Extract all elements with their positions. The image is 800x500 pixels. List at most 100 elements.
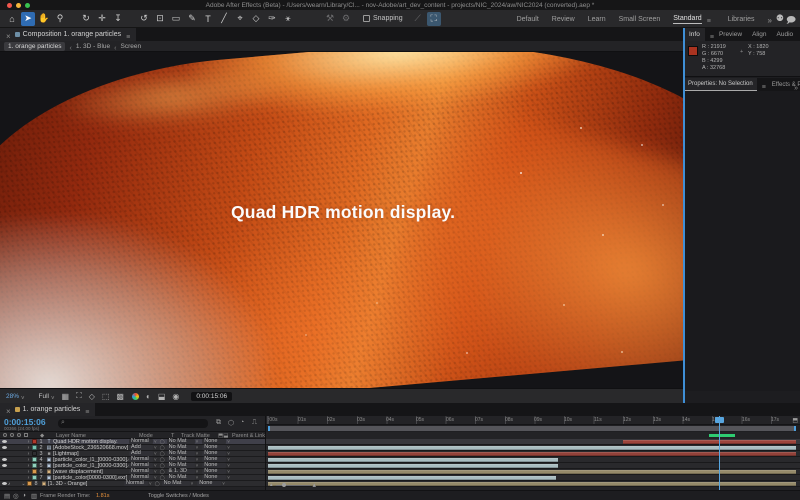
motion-blur-icon[interactable]: ◎ — [13, 492, 19, 500]
audio-toggle[interactable]: ♪ — [8, 481, 13, 487]
type-tool-icon[interactable]: T — [201, 12, 215, 26]
workspace-small-screen[interactable]: Small Screen — [619, 16, 661, 23]
layer-duration-bar[interactable] — [623, 440, 796, 445]
rotation-tool-icon[interactable]: ↺ — [137, 12, 151, 26]
workspace-review[interactable]: Review — [552, 16, 575, 23]
layer-duration-bar[interactable] — [268, 464, 558, 469]
layer-duration-bar[interactable] — [268, 470, 796, 475]
eraser-tool-icon[interactable]: ◇ — [249, 12, 263, 26]
comp-marker-bin-icon[interactable]: ⬒ — [792, 417, 798, 424]
workspace-standard[interactable]: Standard — [673, 15, 701, 24]
panel-divider[interactable] — [683, 28, 685, 403]
layer-name[interactable]: [1. 3D - Orange] — [48, 481, 124, 487]
visibility-toggle[interactable] — [2, 482, 7, 485]
selection-tool-icon[interactable]: ➤ — [21, 12, 35, 26]
transparency-grid-icon[interactable]: ▩ — [116, 392, 124, 401]
layer-duration-bar[interactable] — [268, 476, 556, 481]
timeline-tab[interactable]: 1. orange particles — [0, 403, 95, 416]
brush-tool-icon[interactable]: ╱ — [217, 12, 231, 26]
zoom-in-mountain-icon[interactable]: ▴ — [313, 481, 317, 489]
exposure-icon[interactable]: ◐ — [146, 392, 151, 401]
resolution-value[interactable]: Full — [39, 393, 49, 400]
visibility-toggle[interactable] — [2, 464, 7, 467]
layer-duration-bar[interactable] — [268, 452, 796, 457]
parent-dropdown[interactable]: None — [197, 481, 221, 486]
title-action-safe-icon[interactable]: ⛶ — [76, 391, 82, 401]
visibility-toggle[interactable] — [2, 476, 7, 479]
viewer-timecode[interactable]: 0:00:15:06 — [191, 392, 232, 401]
breadcrumb-item[interactable]: Screen — [121, 43, 142, 50]
workspace-learn[interactable]: Learn — [588, 16, 606, 23]
tab-properties[interactable]: Properties: No Selection — [684, 78, 757, 91]
work-area-end-handle[interactable] — [794, 426, 796, 431]
work-area-start-handle[interactable] — [268, 426, 270, 431]
tab-audio[interactable]: Audio — [772, 28, 799, 41]
hand-tool-icon[interactable]: ✋ — [37, 12, 51, 26]
layer-search-input[interactable] — [58, 419, 208, 428]
breadcrumb-current[interactable]: 1. orange particles — [4, 42, 65, 51]
home-icon[interactable]: ⌂ — [5, 12, 19, 26]
rectangle-tool-icon[interactable]: ▭ — [169, 12, 183, 26]
zoom-slider-knob[interactable] — [282, 483, 286, 487]
work-area-region[interactable] — [268, 426, 796, 431]
pen-tool-icon[interactable]: ✎ — [185, 12, 199, 26]
show-snapshot-icon[interactable]: ◉ — [172, 392, 179, 401]
visibility-toggle[interactable] — [2, 470, 7, 473]
tab-preview[interactable]: Preview — [714, 28, 747, 41]
draft-3d-icon[interactable]: ⬡ — [228, 419, 234, 427]
brainstorm-icon[interactable]: ◑ — [22, 492, 26, 499]
zoom-tool-icon[interactable]: ⚲ — [53, 12, 67, 26]
chat-icon[interactable]: 🗩 — [786, 13, 796, 29]
line-tool-icon[interactable]: ⟋ — [411, 12, 425, 26]
workspace-libraries[interactable]: Libraries — [728, 16, 755, 23]
snapping-checkbox[interactable] — [363, 15, 370, 22]
mini-flowchart-icon[interactable]: ⧉ — [216, 419, 221, 427]
layer-duration-bar[interactable] — [268, 458, 558, 463]
zoom-out-mountain-icon[interactable]: ▴ — [270, 482, 273, 488]
properties-menu-icon[interactable] — [757, 76, 766, 94]
blend-mode-dropdown[interactable]: Normal — [124, 481, 148, 486]
timeline-track-area[interactable]: :00s 01s 02s 03s 04s 05s 06s 07s 08s 09s… — [265, 416, 800, 490]
orbit-camera-tool-icon[interactable]: ↻ — [79, 12, 93, 26]
magnification-value[interactable]: 28% — [6, 393, 19, 400]
auto-keyframe-icon[interactable]: ▥ — [31, 492, 37, 500]
breadcrumb-item[interactable]: 1. 3D - Blue — [76, 43, 110, 50]
playhead[interactable] — [719, 416, 720, 490]
marquee-tool-icon[interactable]: ⛶ — [427, 12, 441, 26]
mask-visibility-icon[interactable]: ◇ — [89, 392, 95, 401]
local-axis-mode-icon[interactable]: ⚒ — [323, 12, 337, 26]
layer-duration-bar[interactable] — [268, 446, 796, 451]
world-axis-mode-icon[interactable]: ⚙ — [339, 12, 353, 26]
layer-row[interactable]: ♪ ⌄ 8 ▣ [1. 3D - Orange] Normal ◯ No Mat… — [0, 481, 265, 487]
graph-editor-icon[interactable]: ⎍ — [252, 419, 257, 427]
toggle-switches-button[interactable]: Toggle Switches / Modes — [148, 493, 209, 499]
visibility-toggle[interactable] — [2, 446, 7, 449]
composition-viewer[interactable]: Quad HDR motion display. — [0, 52, 683, 388]
workspace-overflow-icon[interactable] — [768, 10, 772, 28]
track-matte-dropdown[interactable]: No Mat — [162, 481, 190, 486]
clone-stamp-tool-icon[interactable]: ⌖ — [233, 12, 247, 26]
region-of-interest-icon[interactable]: ⬚ — [102, 392, 110, 401]
zoom-slider[interactable] — [276, 485, 310, 486]
shy-layers-icon[interactable]: ◔ — [240, 419, 244, 426]
tab-info[interactable]: Info — [684, 28, 705, 41]
dolly-camera-tool-icon[interactable]: ↧ — [111, 12, 125, 26]
color-channels-icon[interactable] — [132, 393, 139, 400]
snapshot-icon[interactable]: ⬓ — [158, 392, 166, 401]
preserve-transparency-icon[interactable]: ◯ — [153, 481, 162, 487]
playhead-handle[interactable] — [715, 417, 724, 423]
layer-duration-bar[interactable] — [268, 482, 796, 487]
expand-icon[interactable]: ⌄ — [20, 481, 27, 487]
composition-text-layer[interactable]: Quad HDR motion display. — [231, 202, 455, 223]
timeline-zoom-control[interactable]: ▴ ▴ — [270, 482, 330, 488]
tab-align[interactable]: Align — [747, 28, 771, 41]
visibility-toggle[interactable] — [2, 440, 7, 443]
visibility-toggle[interactable] — [2, 458, 7, 461]
visibility-toggle[interactable] — [2, 452, 7, 455]
camera-tool-icon[interactable]: ⊡ — [153, 12, 167, 26]
puppet-pin-tool-icon[interactable]: ⚹ — [281, 12, 295, 26]
user-icon[interactable]: ⚉ — [776, 13, 784, 24]
frame-blend-icon[interactable]: ▤ — [4, 492, 10, 500]
roto-brush-tool-icon[interactable]: ✑ — [265, 12, 279, 26]
grid-guides-icon[interactable]: ▦ — [62, 392, 70, 401]
